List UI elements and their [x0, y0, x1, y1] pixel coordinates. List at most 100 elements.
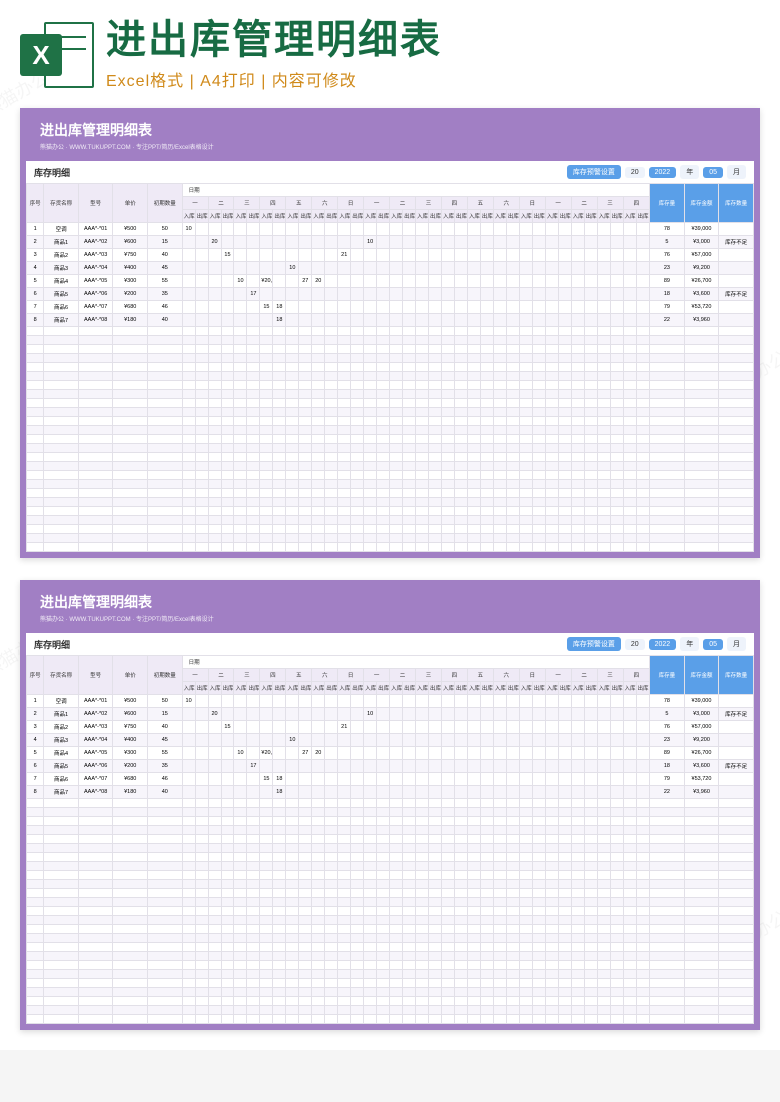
cell-io[interactable] [493, 249, 506, 262]
cell-io[interactable] [182, 734, 195, 747]
cell-io[interactable] [571, 249, 584, 262]
cell-io[interactable] [441, 734, 454, 747]
cell-io[interactable] [545, 223, 558, 236]
cell-io[interactable]: 10 [234, 275, 247, 288]
cell-io[interactable]: 15 [221, 721, 234, 734]
cell-io[interactable] [286, 249, 299, 262]
cell-io[interactable] [584, 262, 597, 275]
cell-io[interactable] [623, 249, 636, 262]
cell-io[interactable] [532, 708, 545, 721]
cell-io[interactable] [610, 223, 623, 236]
cell-io[interactable] [351, 288, 364, 301]
cell-io[interactable] [364, 773, 377, 786]
chip-alert-label[interactable]: 库存预警设置 [567, 165, 621, 179]
cell-io[interactable] [623, 262, 636, 275]
cell-io[interactable] [636, 773, 650, 786]
cell-io[interactable] [519, 721, 532, 734]
cell-io[interactable] [208, 275, 221, 288]
cell-io[interactable] [441, 314, 454, 327]
cell-io[interactable] [493, 760, 506, 773]
cell-io[interactable] [623, 721, 636, 734]
cell-io[interactable] [312, 314, 325, 327]
cell-io[interactable] [429, 747, 442, 760]
cell-io[interactable] [247, 773, 260, 786]
cell-io[interactable] [519, 275, 532, 288]
cell-io[interactable] [182, 236, 195, 249]
cell-io[interactable] [208, 721, 221, 734]
cell-io[interactable] [597, 236, 610, 249]
cell-io[interactable]: 18 [273, 773, 286, 786]
cell-io[interactable] [493, 721, 506, 734]
cell-io[interactable] [545, 301, 558, 314]
cell-io[interactable] [493, 734, 506, 747]
cell-io[interactable] [571, 760, 584, 773]
cell-io[interactable] [208, 773, 221, 786]
cell-io[interactable] [532, 695, 545, 708]
cell-io[interactable] [338, 301, 351, 314]
cell-io[interactable] [221, 275, 234, 288]
cell-io[interactable] [260, 760, 273, 773]
cell-io[interactable] [403, 721, 416, 734]
chip-year[interactable]: 2022 [649, 167, 677, 178]
cell-io[interactable] [532, 275, 545, 288]
cell-io[interactable] [558, 695, 571, 708]
cell-io[interactable] [636, 236, 650, 249]
cell-io[interactable] [208, 249, 221, 262]
cell-io[interactable] [636, 314, 650, 327]
cell-io[interactable] [610, 721, 623, 734]
cell-io[interactable] [182, 747, 195, 760]
cell-io[interactable] [182, 773, 195, 786]
cell-io[interactable] [286, 721, 299, 734]
cell-io[interactable] [545, 747, 558, 760]
cell-io[interactable] [390, 708, 403, 721]
cell-io[interactable] [441, 223, 454, 236]
cell-io[interactable] [221, 288, 234, 301]
cell-io[interactable] [597, 695, 610, 708]
cell-io[interactable] [480, 288, 493, 301]
cell-io[interactable] [519, 695, 532, 708]
cell-io[interactable] [493, 223, 506, 236]
cell-io[interactable] [195, 786, 208, 799]
cell-io[interactable] [467, 236, 480, 249]
cell-io[interactable] [636, 275, 650, 288]
cell-io[interactable] [416, 249, 429, 262]
cell-io[interactable] [429, 786, 442, 799]
cell-io[interactable] [623, 760, 636, 773]
cell-io[interactable] [571, 786, 584, 799]
cell-io[interactable] [247, 721, 260, 734]
cell-io[interactable] [506, 695, 519, 708]
cell-io[interactable] [312, 223, 325, 236]
cell-io[interactable] [597, 275, 610, 288]
cell-io[interactable] [299, 288, 312, 301]
cell-io[interactable] [416, 236, 429, 249]
cell-io[interactable] [390, 249, 403, 262]
chip-alert-value[interactable]: 20 [625, 167, 645, 178]
cell-io[interactable] [195, 301, 208, 314]
cell-io[interactable] [429, 760, 442, 773]
cell-io[interactable] [208, 747, 221, 760]
cell-io[interactable] [597, 288, 610, 301]
cell-io[interactable] [429, 223, 442, 236]
cell-io[interactable] [312, 249, 325, 262]
cell-io[interactable] [584, 708, 597, 721]
cell-io[interactable]: 10 [286, 734, 299, 747]
cell-io[interactable] [403, 236, 416, 249]
cell-io[interactable] [480, 747, 493, 760]
cell-io[interactable]: 15 [221, 249, 234, 262]
cell-io[interactable] [416, 747, 429, 760]
cell-io[interactable] [273, 708, 286, 721]
cell-io[interactable] [364, 288, 377, 301]
cell-io[interactable] [286, 708, 299, 721]
cell-io[interactable] [480, 786, 493, 799]
cell-io[interactable] [182, 249, 195, 262]
cell-io[interactable] [454, 275, 467, 288]
cell-io[interactable] [610, 249, 623, 262]
cell-io[interactable] [299, 301, 312, 314]
cell-io[interactable] [351, 275, 364, 288]
cell-io[interactable] [416, 708, 429, 721]
cell-io[interactable] [441, 695, 454, 708]
cell-io[interactable] [480, 721, 493, 734]
cell-io[interactable] [636, 262, 650, 275]
cell-io[interactable] [623, 301, 636, 314]
cell-io[interactable] [273, 288, 286, 301]
